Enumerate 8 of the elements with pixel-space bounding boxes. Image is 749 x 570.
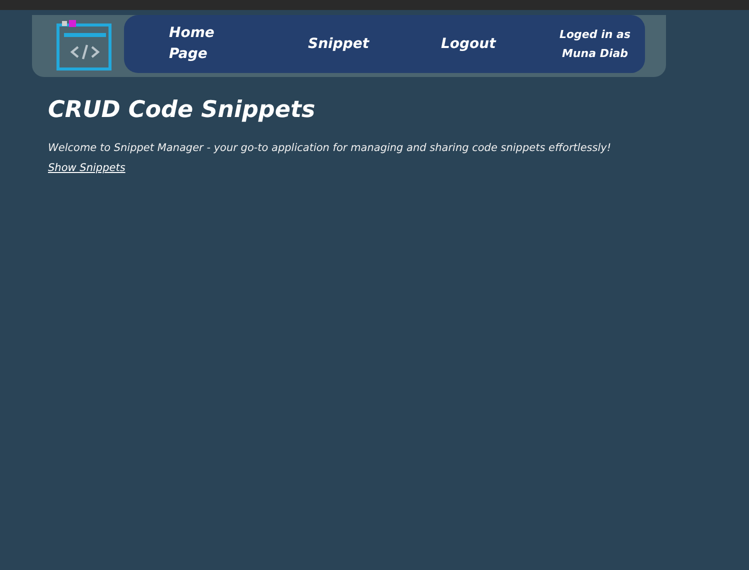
nav-link[interactable]: Logout [441,34,521,54]
nav-link[interactable]: Home Page [169,23,219,65]
show-snippets-link[interactable]: Show Snippets [48,162,126,174]
code-window-logo-icon [56,19,114,71]
page-title: CRUD Code Snippets [48,97,316,123]
intro-text: Welcome to Snippet Manager - your go-to application for managing and sharing code snippets effortlessly! [48,141,612,156]
nav-link[interactable]: Snippet [308,34,441,54]
logged-in-user: Loged in as Muna Diab [559,27,631,62]
